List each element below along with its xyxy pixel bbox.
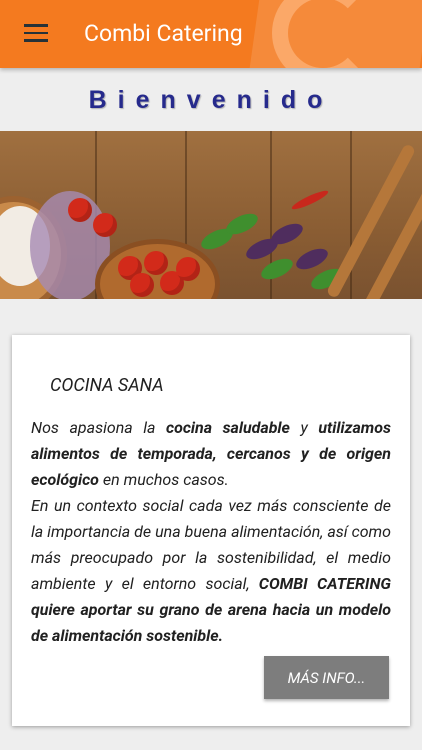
paragraph-1: Nos apasiona la cocina saludable y utili…: [31, 415, 391, 493]
hamburger-menu-icon[interactable]: [24, 24, 48, 44]
app-title: Combi Catering: [84, 20, 243, 47]
welcome-heading: Bienvenido: [88, 86, 334, 114]
card-description: Nos apasiona la cocina saludable y utili…: [31, 415, 391, 649]
info-card: COCINA SANA Nos apasiona la cocina salud…: [12, 335, 410, 726]
paragraph-2: En un contexto social cada vez más consc…: [31, 493, 391, 649]
bold-segment: cocina saludable: [166, 418, 290, 437]
card-title: COCINA SANA: [50, 375, 164, 396]
more-info-button[interactable]: MÁS INFO...: [264, 656, 389, 699]
app-bar: Combi Catering: [0, 0, 422, 68]
brand-logo-icon: [272, 0, 374, 68]
text-segment: en muchos casos.: [98, 470, 229, 489]
banner-image: [0, 131, 422, 299]
text-segment: Nos apasiona la: [31, 418, 166, 437]
text-segment: y: [289, 418, 319, 437]
